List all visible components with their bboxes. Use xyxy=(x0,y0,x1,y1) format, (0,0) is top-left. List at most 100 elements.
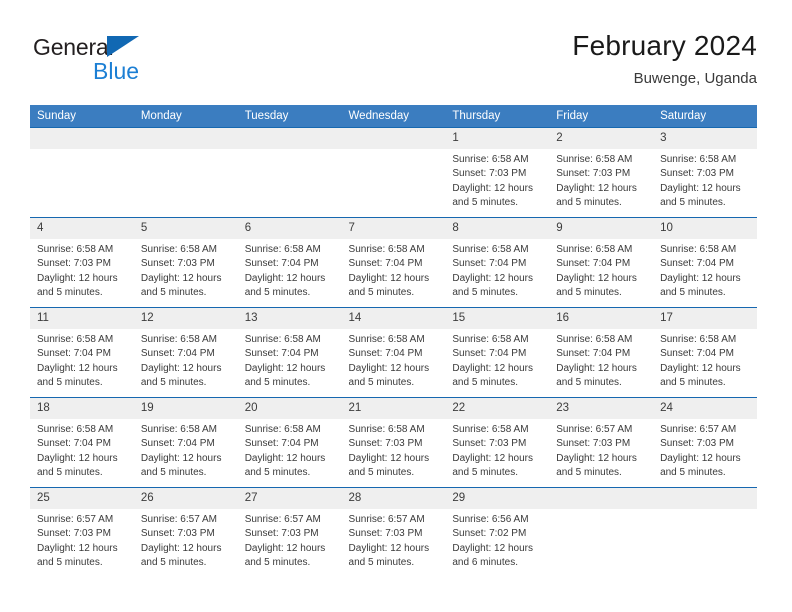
day-info: Sunrise: 6:58 AM Sunset: 7:04 PM Daylight:… xyxy=(342,329,446,391)
day-info: Sunrise: 6:58 AM Sunset: 7:03 PM Daylight:… xyxy=(134,239,238,301)
day-info: Sunrise: 6:58 AM Sunset: 7:03 PM Daylight:… xyxy=(549,149,653,211)
calendar-day-cell[interactable]: 18 Sunrise: 6:58 AM Sunset: 7:04 PM Dayligh… xyxy=(30,397,134,488)
sunset-text: Sunset: 7:04 PM xyxy=(556,258,631,270)
sunset-text: Sunset: 7:03 PM xyxy=(556,168,631,180)
sunset-text: Sunset: 7:03 PM xyxy=(660,438,734,450)
calendar-day-cell[interactable]: 15 Sunrise: 6:58 AM Sunset: 7:04 PM Dayligh… xyxy=(445,307,550,398)
calendar-page: General Blue February 2024 Buwenge, Ugan… xyxy=(0,0,792,612)
weekday-header-sunday: Sunday xyxy=(30,105,134,128)
calendar-body: 1 Sunrise: 6:58 AM Sunset: 7:03 PM Daylight… xyxy=(30,127,757,578)
day-info: Sunrise: 6:58 AM Sunset: 7:04 PM Daylight:… xyxy=(238,239,342,301)
daylight-text: Daylight: 12 hours and 5 minutes. xyxy=(37,362,118,389)
sunset-text: Sunset: 7:04 PM xyxy=(244,258,319,270)
calendar-day-cell[interactable]: 28 Sunrise: 6:57 AM Sunset: 7:03 PM Dayligh… xyxy=(341,487,446,578)
sunset-text: Sunset: 7:04 PM xyxy=(37,348,111,360)
calendar-cell-empty xyxy=(237,127,342,218)
calendar-day-cell[interactable]: 20 Sunrise: 6:58 AM Sunset: 7:04 PM Dayligh… xyxy=(237,397,342,488)
calendar-day-cell[interactable]: 22 Sunrise: 6:58 AM Sunset: 7:03 PM Dayligh… xyxy=(445,397,550,488)
daylight-text: Daylight: 12 hours and 5 minutes. xyxy=(556,362,637,389)
day-info: Sunrise: 6:57 AM Sunset: 7:03 PM Daylight:… xyxy=(549,419,653,481)
day-number: 14 xyxy=(341,308,446,329)
calendar-day-cell[interactable]: 19 Sunrise: 6:58 AM Sunset: 7:04 PM Dayligh… xyxy=(133,397,238,488)
day-info: Sunrise: 6:58 AM Sunset: 7:04 PM Daylight:… xyxy=(134,419,238,481)
sunset-text: Sunset: 7:04 PM xyxy=(140,438,215,450)
sunrise-text: Sunrise: 6:57 AM xyxy=(660,424,737,435)
sunset-text: Sunset: 7:04 PM xyxy=(452,348,527,360)
day-number: 17 xyxy=(653,308,757,329)
calendar-table: Sunday Monday Tuesday Wednesday Thursday… xyxy=(30,105,757,578)
daylight-text: Daylight: 12 hours and 5 minutes. xyxy=(660,452,741,479)
sunset-text: Sunset: 7:03 PM xyxy=(348,528,423,540)
day-info: Sunrise: 6:58 AM Sunset: 7:04 PM Daylight:… xyxy=(30,329,134,391)
day-info: Sunrise: 6:58 AM Sunset: 7:04 PM Daylight:… xyxy=(134,329,238,391)
day-number: 10 xyxy=(653,218,757,239)
daylight-text: Daylight: 12 hours and 5 minutes. xyxy=(244,542,326,569)
calendar-day-cell[interactable]: 14 Sunrise: 6:58 AM Sunset: 7:04 PM Dayligh… xyxy=(341,307,446,398)
calendar-day-cell[interactable]: 1 Sunrise: 6:58 AM Sunset: 7:03 PM Daylight… xyxy=(445,127,550,218)
calendar-day-cell[interactable]: 2 Sunrise: 6:58 AM Sunset: 7:03 PM Daylight… xyxy=(549,127,654,218)
calendar-day-cell[interactable]: 3 Sunrise: 6:58 AM Sunset: 7:03 PM Daylight… xyxy=(653,127,757,218)
day-number: 26 xyxy=(133,488,238,509)
day-info: Sunrise: 6:58 AM Sunset: 7:04 PM Daylight:… xyxy=(342,239,446,301)
day-info: Sunrise: 6:56 AM Sunset: 7:02 PM Daylight:… xyxy=(445,509,549,571)
sunrise-text: Sunrise: 6:58 AM xyxy=(556,334,633,345)
general-blue-logo[interactable]: General Blue xyxy=(33,34,173,94)
sunrise-text: Sunrise: 6:58 AM xyxy=(37,334,114,345)
daylight-text: Daylight: 12 hours and 5 minutes. xyxy=(556,272,637,299)
sunrise-text: Sunrise: 6:58 AM xyxy=(140,424,217,435)
daylight-text: Daylight: 12 hours and 5 minutes. xyxy=(140,542,222,569)
day-number: 27 xyxy=(237,488,342,509)
sunset-text: Sunset: 7:03 PM xyxy=(37,258,111,270)
daylight-text: Daylight: 12 hours and 5 minutes. xyxy=(660,272,741,299)
day-number: 19 xyxy=(133,398,238,419)
calendar-day-cell[interactable]: 8 Sunrise: 6:58 AM Sunset: 7:04 PM Daylight… xyxy=(445,217,550,308)
calendar-day-cell[interactable]: 16 Sunrise: 6:58 AM Sunset: 7:04 PM Dayligh… xyxy=(549,307,654,398)
sunrise-text: Sunrise: 6:58 AM xyxy=(660,334,737,345)
daylight-text: Daylight: 12 hours and 5 minutes. xyxy=(348,452,430,479)
weekday-header-thursday: Thursday xyxy=(445,105,550,128)
calendar-day-cell[interactable]: 25 Sunrise: 6:57 AM Sunset: 7:03 PM Dayligh… xyxy=(30,487,134,578)
daylight-text: Daylight: 12 hours and 5 minutes. xyxy=(452,362,533,389)
calendar-day-cell[interactable]: 7 Sunrise: 6:58 AM Sunset: 7:04 PM Daylight… xyxy=(341,217,446,308)
day-info: Sunrise: 6:57 AM Sunset: 7:03 PM Daylight:… xyxy=(238,509,342,571)
calendar-day-cell[interactable]: 29 Sunrise: 6:56 AM Sunset: 7:02 PM Dayligh… xyxy=(445,487,550,578)
weekday-header-monday: Monday xyxy=(133,105,238,128)
calendar-day-cell[interactable]: 13 Sunrise: 6:58 AM Sunset: 7:04 PM Dayligh… xyxy=(237,307,342,398)
day-info: Sunrise: 6:57 AM Sunset: 7:03 PM Daylight:… xyxy=(653,419,757,481)
day-number: 6 xyxy=(237,218,342,239)
calendar-day-cell[interactable]: 27 Sunrise: 6:57 AM Sunset: 7:03 PM Dayligh… xyxy=(237,487,342,578)
daylight-text: Daylight: 12 hours and 5 minutes. xyxy=(140,272,222,299)
daylight-text: Daylight: 12 hours and 5 minutes. xyxy=(244,362,326,389)
day-number: 7 xyxy=(341,218,446,239)
calendar-day-cell[interactable]: 24 Sunrise: 6:57 AM Sunset: 7:03 PM Dayligh… xyxy=(653,397,757,488)
sunrise-text: Sunrise: 6:58 AM xyxy=(348,334,425,345)
day-info: Sunrise: 6:58 AM Sunset: 7:04 PM Daylight:… xyxy=(653,239,757,301)
sunrise-text: Sunrise: 6:58 AM xyxy=(556,154,633,165)
weekday-header-friday: Friday xyxy=(549,105,654,128)
calendar-day-cell[interactable]: 11 Sunrise: 6:58 AM Sunset: 7:04 PM Dayligh… xyxy=(30,307,134,398)
day-number: 29 xyxy=(445,488,550,509)
calendar-cell-empty xyxy=(653,487,757,578)
day-number: 18 xyxy=(30,398,134,419)
daylight-text: Daylight: 12 hours and 5 minutes. xyxy=(140,452,222,479)
day-info: Sunrise: 6:58 AM Sunset: 7:03 PM Daylight:… xyxy=(653,149,757,211)
calendar-day-cell[interactable]: 23 Sunrise: 6:57 AM Sunset: 7:03 PM Dayligh… xyxy=(549,397,654,488)
daylight-text: Daylight: 12 hours and 5 minutes. xyxy=(244,272,326,299)
calendar-day-cell[interactable]: 4 Sunrise: 6:58 AM Sunset: 7:03 PM Daylight… xyxy=(30,217,134,308)
calendar-day-cell[interactable]: 5 Sunrise: 6:58 AM Sunset: 7:03 PM Daylight… xyxy=(133,217,238,308)
day-info: Sunrise: 6:58 AM Sunset: 7:04 PM Daylight:… xyxy=(445,329,549,391)
sunrise-text: Sunrise: 6:58 AM xyxy=(556,244,633,255)
day-number: 1 xyxy=(445,128,550,149)
day-info: Sunrise: 6:57 AM Sunset: 7:03 PM Daylight:… xyxy=(134,509,238,571)
day-number: 24 xyxy=(653,398,757,419)
calendar-day-cell[interactable]: 9 Sunrise: 6:58 AM Sunset: 7:04 PM Daylight… xyxy=(549,217,654,308)
calendar-day-cell[interactable]: 6 Sunrise: 6:58 AM Sunset: 7:04 PM Daylight… xyxy=(237,217,342,308)
sunrise-text: Sunrise: 6:57 AM xyxy=(140,514,217,525)
calendar-day-cell[interactable]: 10 Sunrise: 6:58 AM Sunset: 7:04 PM Dayligh… xyxy=(653,217,757,308)
sunset-text: Sunset: 7:03 PM xyxy=(348,438,423,450)
calendar-day-cell[interactable]: 17 Sunrise: 6:58 AM Sunset: 7:04 PM Dayligh… xyxy=(653,307,757,398)
daylight-text: Daylight: 12 hours and 5 minutes. xyxy=(348,542,430,569)
calendar-day-cell[interactable]: 26 Sunrise: 6:57 AM Sunset: 7:03 PM Dayligh… xyxy=(133,487,238,578)
calendar-day-cell[interactable]: 12 Sunrise: 6:58 AM Sunset: 7:04 PM Dayligh… xyxy=(133,307,238,398)
calendar-day-cell[interactable]: 21 Sunrise: 6:58 AM Sunset: 7:03 PM Dayligh… xyxy=(341,397,446,488)
